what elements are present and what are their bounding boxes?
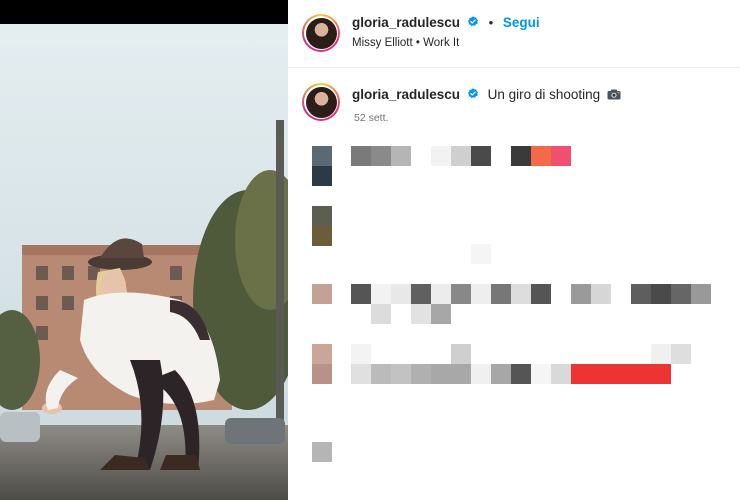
redacted-avatar-block (312, 284, 332, 304)
redacted-text-block (671, 284, 691, 304)
redacted-text-block (351, 284, 371, 304)
author-avatar[interactable] (302, 14, 340, 52)
redacted-text-block (451, 364, 471, 384)
redacted-text-block (571, 364, 591, 384)
redacted-text-block (371, 364, 391, 384)
post-timestamp: 52 sett. (354, 112, 389, 124)
redacted-text-block (551, 146, 571, 166)
redacted-text-block (371, 284, 391, 304)
audio-track[interactable]: Missy Elliott • Work It (352, 37, 459, 49)
redacted-text-block (531, 364, 551, 384)
header-line: gloria_radulescu • Segui (352, 15, 540, 30)
redacted-text-block (391, 284, 411, 304)
redacted-text-block (611, 364, 631, 384)
redacted-text-block (471, 244, 491, 264)
post-view: gloria_radulescu • Segui Missy Elliott •… (0, 0, 740, 500)
follow-button[interactable]: Segui (503, 15, 540, 30)
redacted-text-block (511, 364, 531, 384)
redacted-text-block (651, 344, 671, 364)
caption-username[interactable]: gloria_radulescu (352, 87, 460, 102)
redacted-text-block (391, 364, 411, 384)
redacted-avatar-block (312, 206, 332, 226)
redacted-text-block (511, 284, 531, 304)
redacted-text-block (491, 284, 511, 304)
redacted-avatar-block (312, 166, 332, 186)
redacted-text-block (531, 146, 551, 166)
redacted-text-block (631, 284, 651, 304)
redacted-avatar-block (312, 146, 332, 166)
redacted-text-block (531, 284, 551, 304)
redacted-text-block (351, 146, 371, 166)
redacted-text-block (391, 146, 411, 166)
post-photo[interactable] (0, 0, 288, 500)
redacted-text-block (591, 284, 611, 304)
redacted-text-block (431, 304, 451, 324)
redacted-text-block (351, 364, 371, 384)
redacted-text-block (411, 284, 431, 304)
verified-badge-icon (467, 16, 478, 27)
redacted-text-block (451, 284, 471, 304)
redacted-avatar-block (312, 442, 332, 462)
redacted-text-block (571, 284, 591, 304)
redacted-text-block (471, 146, 491, 166)
redacted-text-block (631, 364, 651, 384)
redacted-text-block (411, 304, 431, 324)
redacted-avatar-block (312, 364, 332, 384)
author-username[interactable]: gloria_radulescu (352, 15, 460, 30)
redacted-text-block (431, 146, 451, 166)
redacted-text-block (671, 344, 691, 364)
redacted-avatar-block (312, 344, 332, 364)
redacted-text-block (371, 146, 391, 166)
post-side-panel: gloria_radulescu • Segui Missy Elliott •… (288, 0, 740, 500)
photo-illustration (0, 0, 288, 500)
redacted-text-block (431, 284, 451, 304)
avatar-photo (305, 17, 337, 49)
redacted-text-block (511, 146, 531, 166)
redacted-text-block (471, 364, 491, 384)
redacted-text-block (411, 364, 431, 384)
redacted-text-block (471, 284, 491, 304)
caption-author-avatar[interactable] (302, 83, 340, 121)
verified-badge-icon (467, 88, 478, 99)
redacted-text-block (451, 146, 471, 166)
redacted-text-block (371, 304, 391, 324)
media-top-bar (0, 0, 288, 24)
redacted-text-block (691, 284, 711, 304)
redacted-text-block (431, 364, 451, 384)
caption: gloria_radulescu Un giro di shooting (352, 87, 621, 102)
redacted-text-block (651, 364, 671, 384)
redacted-text-block (651, 284, 671, 304)
redacted-text-block (491, 364, 511, 384)
redacted-avatar-block (312, 226, 332, 246)
camera-icon (607, 89, 621, 100)
post-header: gloria_radulescu • Segui Missy Elliott •… (288, 0, 740, 68)
separator-dot: • (488, 15, 494, 30)
redacted-text-block (591, 364, 611, 384)
caption-text: Un giro di shooting (487, 87, 601, 102)
redacted-text-block (551, 364, 571, 384)
redacted-text-block (351, 344, 371, 364)
redacted-text-block (451, 344, 471, 364)
avatar-photo (305, 86, 337, 118)
